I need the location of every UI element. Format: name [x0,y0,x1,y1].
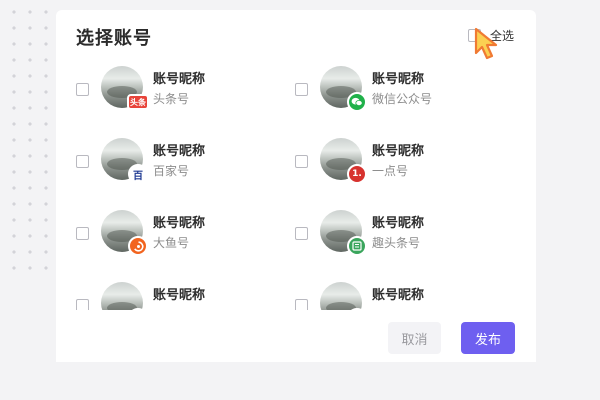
account-item-yidian[interactable]: 1. 账号昵称 一点号 [295,138,495,186]
dialog-footer: 取消 发布 [56,310,536,362]
avatar: 头条 [101,66,149,110]
account-nickname: 账号昵称 [372,72,425,87]
account-platform: 微信公众号 [372,92,433,106]
account-list: 头条 账号昵称 头条号 账号昵称 微信公众号 百 账号昵称 百家号 1. 账号昵… [76,66,516,318]
toutiao-icon: 头条 [127,94,149,110]
qutoutiao-icon [347,236,367,256]
cancel-button[interactable]: 取消 [388,322,441,354]
account-checkbox[interactable] [76,155,89,168]
account-nickname: 账号昵称 [153,216,206,231]
dialog-title: 选择账号 [76,28,152,49]
account-item-toutiao[interactable]: 头条 账号昵称 头条号 [76,66,276,114]
publish-button[interactable]: 发布 [461,322,515,354]
account-nickname: 账号昵称 [372,288,425,303]
account-item-dayu[interactable]: 账号昵称 大鱼号 [76,210,276,258]
account-item-baijiahao[interactable]: 百 账号昵称 百家号 [76,138,276,186]
account-nickname: 账号昵称 [372,144,425,159]
toutiao-icon-text: 头条 [130,97,146,107]
yidian-icon: 1. [347,164,367,184]
account-platform: 大鱼号 [153,236,190,250]
baijiahao-icon-text: 百 [133,170,143,182]
account-nickname: 账号昵称 [153,288,206,303]
account-checkbox[interactable] [76,227,89,240]
pointer-cursor-icon [474,27,498,60]
account-platform: 一点号 [372,164,409,178]
avatar [320,66,367,112]
dayu-icon [128,236,148,256]
baijiahao-icon: 百 [128,164,148,184]
avatar [101,210,148,256]
yidian-icon-text: 1. [352,169,362,179]
account-nickname: 账号昵称 [372,216,425,231]
account-item-wechat[interactable]: 账号昵称 微信公众号 [295,66,495,114]
account-nickname: 账号昵称 [153,72,206,87]
account-checkbox[interactable] [295,83,308,96]
avatar: 1. [320,138,367,184]
account-platform: 百家号 [153,164,190,178]
account-platform: 趣头条号 [372,236,421,250]
account-checkbox[interactable] [295,155,308,168]
wechat-icon [347,92,367,112]
account-checkbox[interactable] [76,83,89,96]
avatar: 百 [101,138,148,184]
account-platform: 头条号 [153,92,190,106]
account-item-qutoutiao[interactable]: 账号昵称 趣头条号 [295,210,495,258]
account-checkbox[interactable] [295,227,308,240]
account-nickname: 账号昵称 [153,144,206,159]
avatar [320,210,367,256]
